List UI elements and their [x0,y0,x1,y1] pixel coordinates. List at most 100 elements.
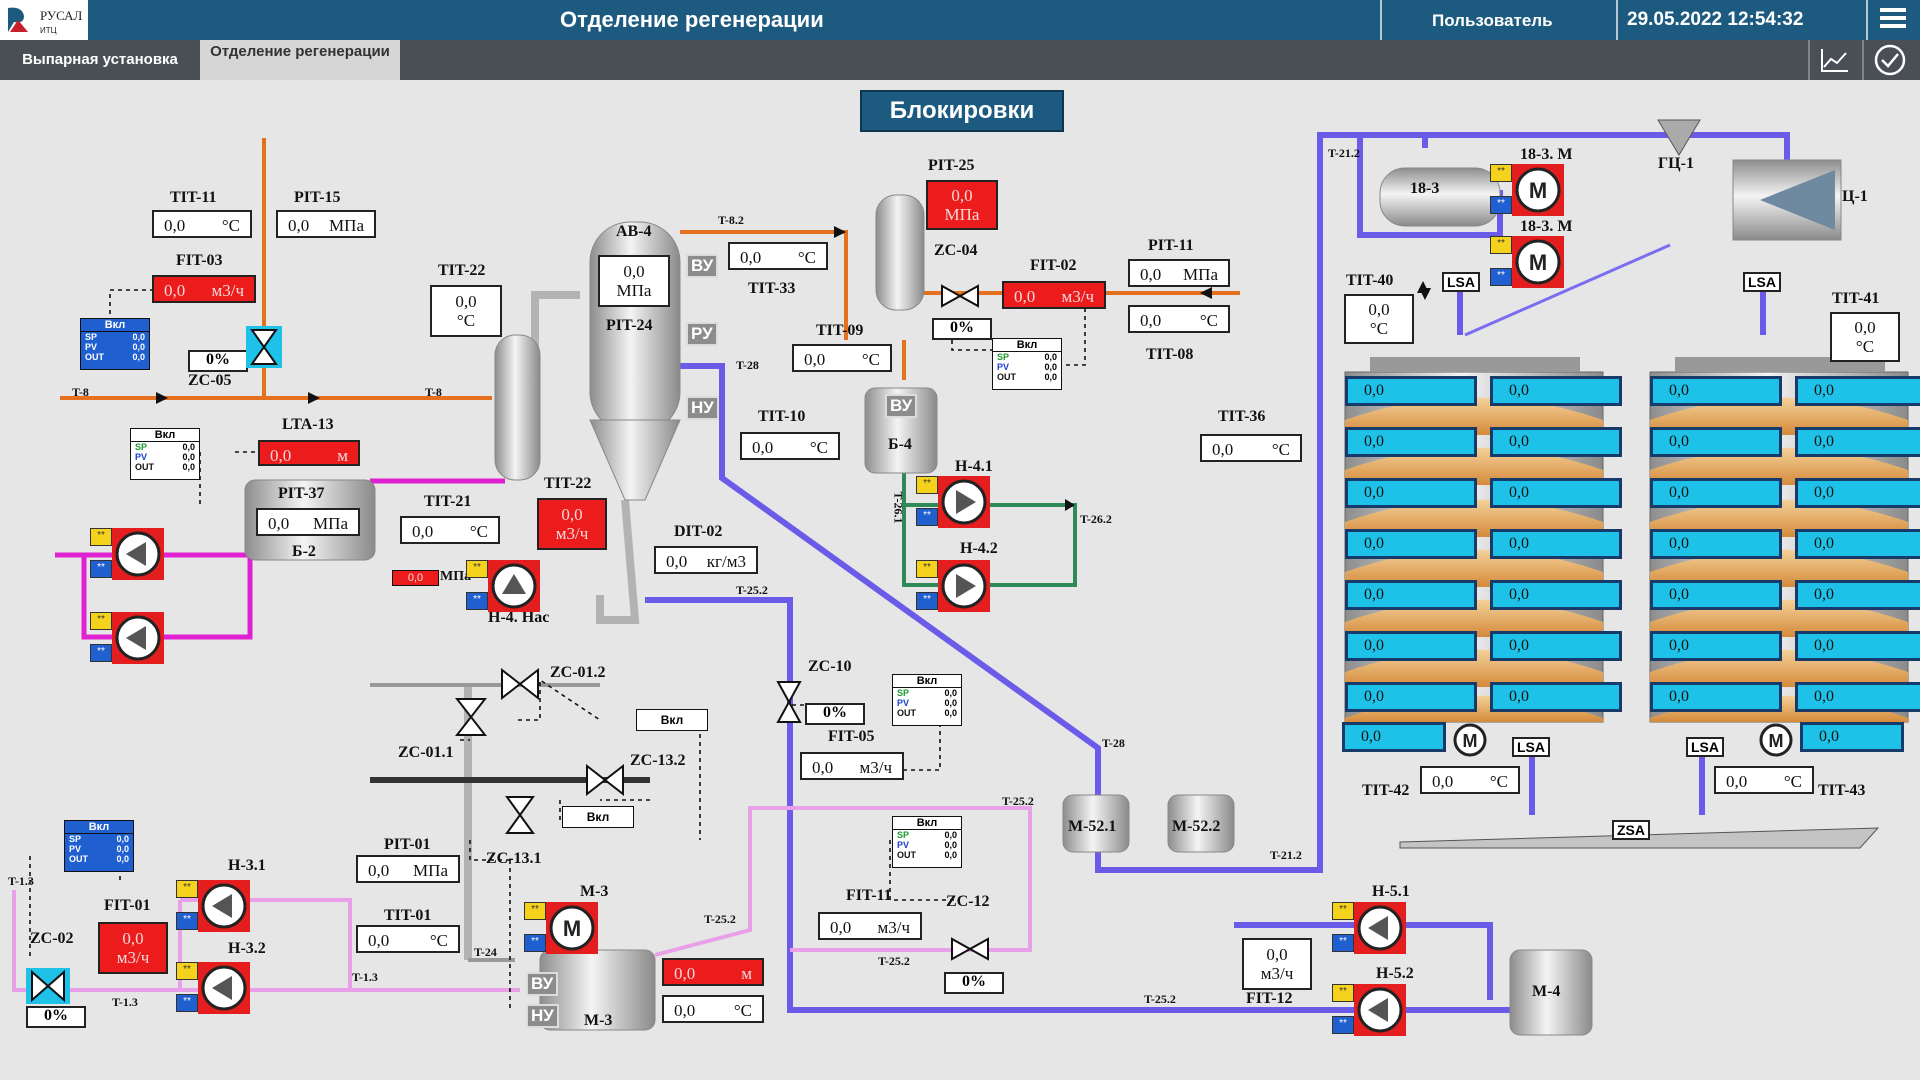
controller-fit02[interactable]: Вкл SP 0,0 PV 0,0 OUT 0,0 [992,338,1062,390]
valve-zc02[interactable] [26,968,70,1004]
filter1-cell[interactable]: 0,0 [1490,427,1622,457]
pump-h21-icon[interactable] [112,528,164,580]
pump-h31-status-blue: ** [176,912,198,930]
pump-h22-icon[interactable] [112,612,164,664]
pump-h42-status-yellow: ** [916,560,938,578]
pit01-value-box[interactable]: 0,0 МПа [356,855,460,883]
filter1-cell[interactable]: 0,0 [1490,478,1622,508]
tit11-value-box[interactable]: 0,0 °C [152,210,252,238]
fit12-value-box[interactable]: 0,0 м3/ч [1242,938,1312,990]
filter1-cell[interactable]: 0,0 [1345,427,1477,457]
motor-m3-status-blue: ** [524,934,546,952]
filter2-cell[interactable]: 0,0 [1650,682,1782,712]
pit37-value-box[interactable]: 0,0 МПа [256,508,360,536]
pump-h4nas-icon[interactable] [488,560,540,612]
motor-m3-icon[interactable]: М [546,902,598,954]
pit15-value-box[interactable]: 0,0 МПа [276,210,376,238]
h42-label: Н-4.2 [960,540,998,557]
tit36-value-box[interactable]: 0,0 °C [1200,434,1302,462]
pit11-value-box[interactable]: 0,0 МПа [1128,259,1230,287]
tit22a-value-box[interactable]: 0,0 °C [430,285,502,337]
m3-level-box[interactable]: 0,0 м [662,958,764,986]
filter1-cell[interactable]: 0,0 [1490,631,1622,661]
fit05-value-box[interactable]: 0,0 м3/ч [800,752,904,780]
controller-zc10[interactable]: Вкл SP 0,0 PV 0,0 OUT 0,0 [892,674,962,726]
tit09-value-box[interactable]: 0,0 °C [792,344,892,372]
filter2-cell[interactable]: 0,0 [1650,580,1782,610]
motor-m183b-icon[interactable]: М [1512,236,1564,288]
filter2-cell[interactable]: 0,0 [1795,580,1920,610]
m183b-label: 18-3. М [1520,218,1573,235]
tit42-value-box[interactable]: 0,0 °C [1420,766,1520,794]
fit01-value-box[interactable]: 0,0 м3/ч [98,922,168,974]
controller-zc12[interactable]: Вкл SP 0,0 PV 0,0 OUT 0,0 [892,816,962,868]
filter2-cell[interactable]: 0,0 [1795,529,1920,559]
filter2-cell[interactable]: 0,0 [1795,682,1920,712]
filter2-cell[interactable]: 0,0 [1650,631,1782,661]
pump-h41-icon[interactable] [938,476,990,528]
fit02-value-box[interactable]: 0,0 м3/ч [1002,281,1106,309]
filter2-cell[interactable]: 0,0 [1795,376,1920,406]
filter1-motor-icon[interactable]: М [1452,722,1488,758]
filter2-cell[interactable]: 0,0 [1795,631,1920,661]
m3-temp-box[interactable]: 0,0 °C [662,995,764,1023]
fit03-value-box[interactable]: 0,0 м3/ч [152,275,256,303]
valve-zc012[interactable] [500,667,540,701]
filter1-cell[interactable]: 0,0 [1345,478,1477,508]
tit22b-value-box[interactable]: 0,0 м3/ч [537,498,607,550]
filter1-cell[interactable]: 0,0 [1490,529,1622,559]
gc1-label: ГЦ-1 [1658,155,1694,172]
zc011-mode-button[interactable]: Вкл [636,709,708,731]
filter2-cell[interactable]: 0,0 [1795,427,1920,457]
valve-zc12[interactable] [950,935,990,963]
tit41-value-box[interactable]: 0,0 °C [1830,312,1900,362]
filter1-cell[interactable]: 0,0 [1345,529,1477,559]
filter2-cell[interactable]: 0,0 [1650,376,1782,406]
controller-lta13[interactable]: Вкл SP 0,0 PV 0,0 OUT 0,0 [130,428,200,480]
filter1-cell[interactable]: 0,0 [1345,580,1477,610]
tit40-label: TIT-40 [1346,272,1394,289]
filter1-cell[interactable]: 0,0 [1345,376,1477,406]
pump-h31-icon[interactable] [198,880,250,932]
filter1-cell[interactable]: 0,0 [1490,580,1622,610]
valve-zc04[interactable] [940,282,980,310]
filter2-motor-value[interactable]: 0,0 [1800,722,1904,752]
pump-h52-icon[interactable] [1354,984,1406,1036]
tit40-value-box[interactable]: 0,0 °C [1344,294,1414,344]
pit24-value-box[interactable]: 0,0 МПа [598,255,670,307]
filter2-cell[interactable]: 0,0 [1650,529,1782,559]
controller-zc05[interactable]: Вкл SP 0,0 PV 0,0 OUT 0,0 [80,318,150,370]
tit08-value-box[interactable]: 0,0 °C [1128,305,1230,333]
filter1-cell[interactable]: 0,0 [1345,682,1477,712]
filter2-cell[interactable]: 0,0 [1650,478,1782,508]
motor-m183a-icon[interactable]: М [1512,164,1564,216]
valve-zc132[interactable] [585,763,625,797]
dit02-value-box[interactable]: 0,0 кг/м3 [654,546,758,574]
filter2-motor-icon[interactable]: М [1758,722,1794,758]
valve-zc011[interactable] [454,697,488,737]
tit33-value-box[interactable]: 0,0 °C [728,242,828,270]
fit11-label: FIT-11 [846,887,892,904]
filter1-cell[interactable]: 0,0 [1490,682,1622,712]
zc131-mode-button[interactable]: Вкл [562,806,634,828]
tit21-value-box[interactable]: 0,0 °C [400,516,500,544]
valve-zc05[interactable] [246,326,282,368]
valve-zc131[interactable] [505,795,535,835]
filter1-motor-value[interactable]: 0,0 [1342,722,1446,752]
filter1-cell[interactable]: 0,0 [1345,631,1477,661]
pump-h32-icon[interactable] [198,962,250,1014]
pit25-value-box[interactable]: 0,0 МПа [926,180,998,230]
fit11-value-box[interactable]: 0,0 м3/ч [818,912,922,940]
tit10-value-box[interactable]: 0,0 °C [740,432,840,460]
filter2-cell[interactable]: 0,0 [1650,427,1782,457]
h4-pressure-box[interactable]: 0,0 [392,570,439,586]
lta13-value-box[interactable]: 0,0 м [258,440,360,466]
filter1-cell[interactable]: 0,0 [1490,376,1622,406]
tit01-value-box[interactable]: 0,0 °C [356,925,460,953]
valve-zc10[interactable] [776,680,802,724]
controller-zc02[interactable]: Вкл SP 0,0 PV 0,0 OUT 0,0 [64,820,134,872]
pump-h42-icon[interactable] [938,560,990,612]
pump-h51-icon[interactable] [1354,902,1406,954]
filter2-cell[interactable]: 0,0 [1795,478,1920,508]
tit43-value-box[interactable]: 0,0 °C [1714,766,1814,794]
